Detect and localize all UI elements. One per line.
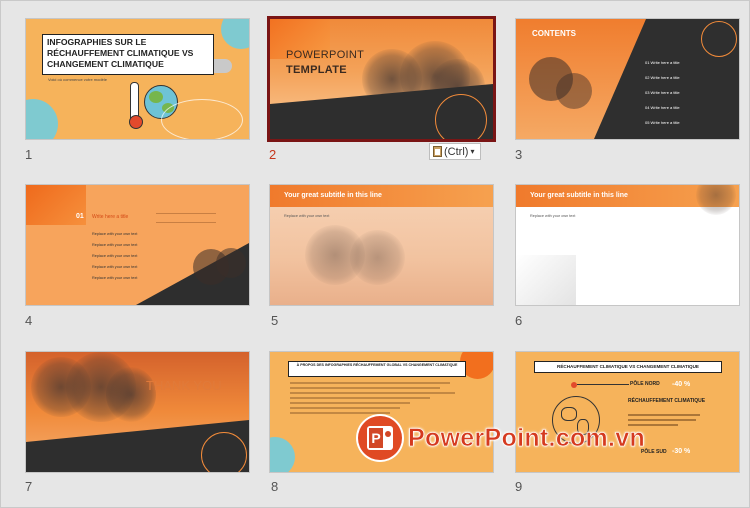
- chevron-down-icon: ▾: [470, 147, 475, 156]
- slide-sorter-view: INFOGRAPHIES SUR LE RÉCHAUFFEMENT CLIMAT…: [0, 0, 750, 508]
- value-north: -40 %: [672, 381, 691, 388]
- paste-options-button[interactable]: (Ctrl) ▾: [429, 143, 481, 160]
- slide-9-subheading: RÉCHAUFFEMENT CLIMATIQUE: [628, 398, 706, 404]
- slide-number-7: 7: [25, 479, 33, 494]
- slide-8-title-box: À PROPOS DES INFOGRAPHIES RÉCHAUFFEMENT …: [288, 361, 466, 377]
- slide-1-subtitle: Voici où commence votre modèle: [48, 77, 107, 82]
- contents-item: 04 Write here a title: [645, 105, 680, 110]
- value-south: -30 %: [672, 448, 691, 455]
- contents-item: 05 Write here a title: [645, 120, 680, 125]
- slide-5-body: Replace with your own text: [284, 214, 330, 218]
- slide-9-title-box: RÉCHAUFFEMENT CLIMATIQUE VS CHANGEMENT C…: [534, 361, 722, 373]
- slide-8-heading: À PROPOS DES INFOGRAPHIES RÉCHAUFFEMENT …: [296, 363, 458, 367]
- teal-blob: [221, 19, 249, 49]
- slide-thumbnail-2[interactable]: POWERPOINT TEMPLATE: [267, 16, 496, 142]
- slide-thumbnail-1[interactable]: INFOGRAPHIES SUR LE RÉCHAUFFEMENT CLIMAT…: [25, 18, 250, 140]
- slide-thumbnail-6[interactable]: Your great subtitle in this line Replace…: [515, 184, 740, 306]
- slide-number-2: 2: [269, 147, 277, 162]
- slide-9-heading: RÉCHAUFFEMENT CLIMATIQUE VS CHANGEMENT C…: [557, 364, 699, 369]
- slide-thumbnail-4[interactable]: 01 Write here a title Replace with your …: [25, 184, 250, 306]
- slide-number-5: 5: [271, 313, 279, 328]
- label-north: PÔLE NORD: [630, 381, 660, 387]
- slide-6-heading: Your great subtitle in this line: [530, 192, 628, 199]
- slide-thumbnail-7[interactable]: THANK YOU: [25, 351, 250, 473]
- slide-number-9: 9: [515, 479, 523, 494]
- slide-5-heading: Your great subtitle in this line: [284, 192, 382, 199]
- slide-number-8: 8: [271, 479, 279, 494]
- contents-item: 03 Write here a title: [645, 90, 680, 95]
- slide-number-3: 3: [515, 147, 523, 162]
- teal-blob: [26, 99, 58, 139]
- slide-thumbnail-5[interactable]: Your great subtitle in this line Replace…: [269, 184, 494, 306]
- slide-3-heading: CONTENTS: [532, 29, 576, 38]
- decorative-circles: [435, 94, 487, 139]
- slide-number-4: 4: [25, 313, 33, 328]
- slide-number-6: 6: [515, 313, 523, 328]
- clipboard-icon: [433, 146, 442, 157]
- paste-options-label: (Ctrl): [444, 145, 469, 158]
- slide-1-title: INFOGRAPHIES SUR LE RÉCHAUFFEMENT CLIMAT…: [47, 37, 194, 69]
- powerpoint-logo-icon: P: [358, 416, 402, 460]
- contents-item: 01 Write here a title: [645, 60, 680, 65]
- watermark: P PowerPoint.com.vn: [358, 416, 645, 460]
- title-box: INFOGRAPHIES SUR LE RÉCHAUFFEMENT CLIMAT…: [42, 34, 214, 75]
- contents-item: 02 Write here a title: [645, 75, 680, 80]
- text-block: [290, 382, 460, 414]
- decorative-circles: [701, 21, 737, 57]
- contents-list: 01 Write here a title 02 Write here a ti…: [645, 60, 680, 125]
- slide-number-1: 1: [25, 147, 33, 162]
- slide-thumbnail-3[interactable]: CONTENTS 01 Write here a title 02 Write …: [515, 18, 740, 140]
- slide-6-body: Replace with your own text: [530, 214, 576, 218]
- watermark-text: PowerPoint.com.vn: [408, 423, 646, 452]
